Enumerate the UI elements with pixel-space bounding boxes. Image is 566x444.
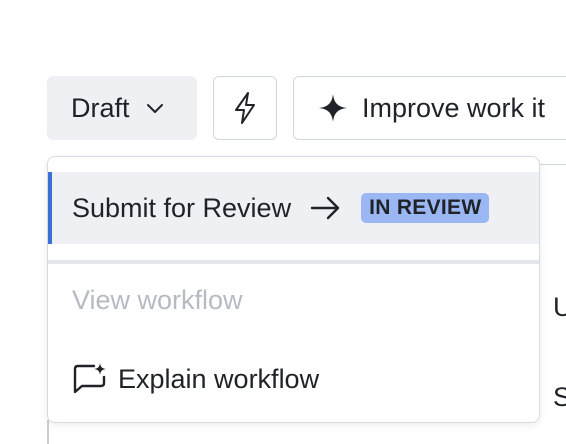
arrow-right-icon	[310, 196, 340, 220]
background-row-text: U	[553, 292, 566, 322]
transition-label: Submit for Review	[72, 192, 292, 223]
automation-button[interactable]	[213, 76, 277, 140]
background-row-text: S	[553, 382, 566, 412]
status-dropdown-button[interactable]: Draft	[47, 76, 197, 140]
menu-item-view-workflow[interactable]: View workflow	[72, 285, 243, 316]
background-border	[47, 420, 49, 444]
chevron-down-icon	[146, 104, 163, 113]
improve-work-item-button[interactable]: Improve work it	[293, 76, 566, 140]
issue-toolbar: Draft Improve work it	[0, 0, 566, 140]
improve-label: Improve work it	[362, 92, 546, 123]
background-divider	[540, 164, 566, 165]
menu-divider	[48, 260, 539, 264]
explain-workflow-label: Explain workflow	[118, 363, 320, 394]
status-label: Draft	[71, 92, 130, 123]
sparkle-icon	[319, 94, 347, 122]
ai-chat-icon	[73, 363, 106, 394]
status-dropdown-menu: Submit for Review IN REVIEW View workflo…	[47, 156, 540, 423]
status-badge: IN REVIEW	[361, 193, 490, 223]
lightning-icon	[235, 92, 255, 124]
menu-item-submit-for-review[interactable]: Submit for Review IN REVIEW	[48, 172, 539, 244]
menu-item-explain-workflow[interactable]: Explain workflow	[72, 362, 319, 396]
